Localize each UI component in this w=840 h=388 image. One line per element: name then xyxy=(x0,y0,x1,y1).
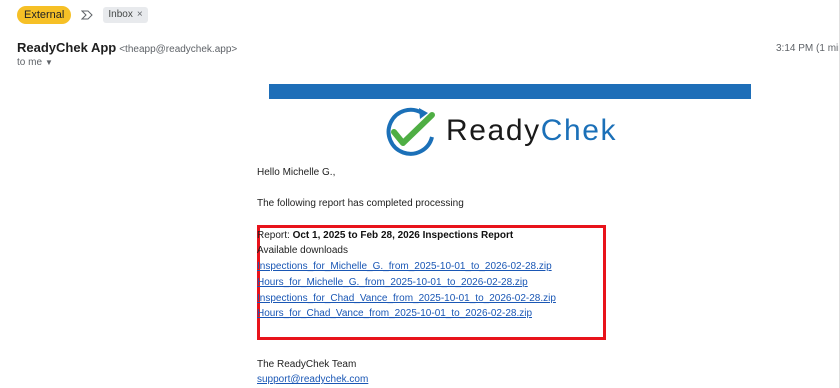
timestamp: 3:14 PM (1 minu xyxy=(776,43,840,54)
email-banner xyxy=(269,84,751,99)
intro-text: The following report has completed proce… xyxy=(257,198,464,209)
report-name: Oct 1, 2025 to Feb 28, 2026 Inspections … xyxy=(292,230,514,241)
download-link[interactable]: Inspections_for_Chad_Vance_from_2025-10-… xyxy=(257,293,556,304)
recipient-line[interactable]: to me ▼ xyxy=(17,57,53,68)
inbox-label-text: Inbox xyxy=(108,9,133,20)
recipient-details-dropdown-icon[interactable]: ▼ xyxy=(45,58,53,67)
support-email-link[interactable]: support@readychek.com xyxy=(257,374,368,385)
report-line: Report: Oct 1, 2025 to Feb 28, 2026 Insp… xyxy=(257,230,513,241)
logo-word-ready: Ready xyxy=(446,114,541,147)
checkmark-logo-icon xyxy=(386,107,435,156)
recipient-text: to me xyxy=(17,57,43,68)
download-link[interactable]: Hours_for_Chad_Vance_from_2025-10-01_to_… xyxy=(257,308,532,319)
downloads-label: Available downloads xyxy=(257,245,348,256)
remove-label-icon[interactable]: × xyxy=(137,8,143,22)
importance-marker-icon[interactable] xyxy=(81,9,94,21)
readychek-logo: ReadyChek xyxy=(380,105,617,157)
inbox-label[interactable]: Inbox × xyxy=(103,7,148,23)
sender-name[interactable]: ReadyChek App xyxy=(17,40,116,55)
greeting: Hello Michelle G., xyxy=(257,167,336,178)
download-link[interactable]: Inspections_for_Michelle_G._from_2025-10… xyxy=(257,261,552,272)
labels-row: External Inbox × xyxy=(17,5,148,25)
logo-wordmark: ReadyChek xyxy=(446,114,617,148)
signoff: The ReadyChek Team xyxy=(257,359,357,370)
report-label: Report: xyxy=(257,230,293,241)
logo-word-chek: Chek xyxy=(540,114,618,147)
sender-email: <theapp@readychek.app> xyxy=(119,44,238,55)
download-link[interactable]: Hours_for_Michelle_G._from_2025-10-01_to… xyxy=(257,277,528,288)
external-label: External xyxy=(17,6,72,24)
sender-line: ReadyChek App <theapp@readychek.app> xyxy=(17,40,237,55)
